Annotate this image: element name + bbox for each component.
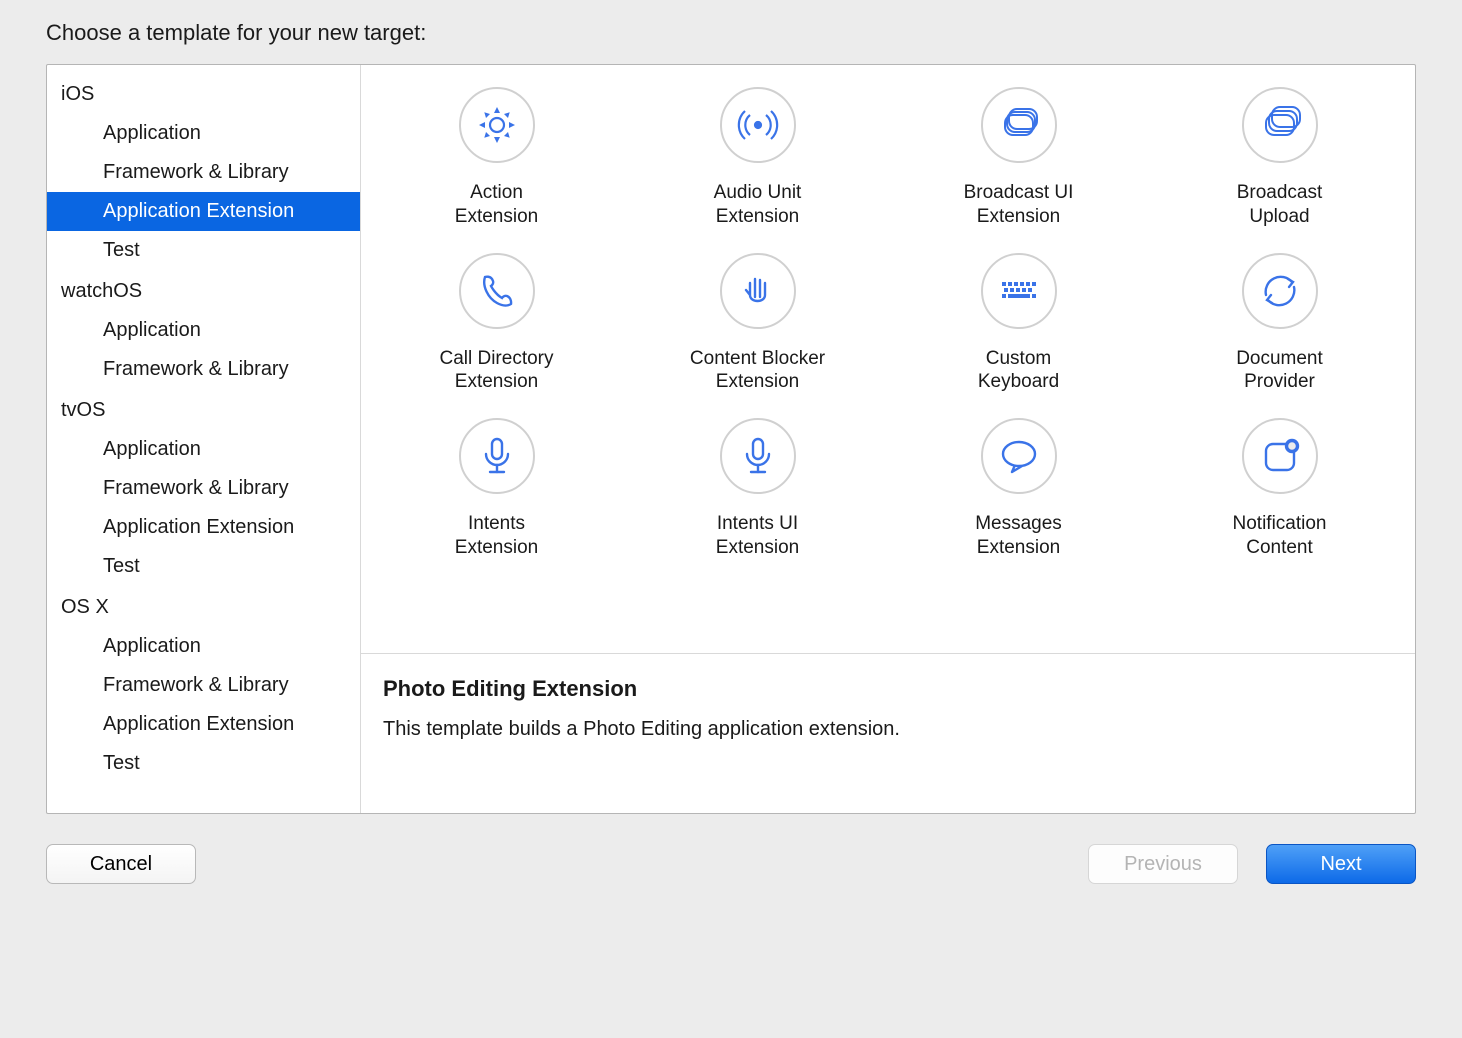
broadcast-upload-icon [1242,87,1318,163]
sync-icon [1242,253,1318,329]
description-panel: Photo Editing Extension This template bu… [361,653,1415,813]
template-label: Audio Unit Extension [714,181,802,229]
sidebar-item[interactable]: Test [47,547,360,586]
template-item[interactable]: Action Extension [371,79,622,235]
sidebar-group-label: OS X [47,586,360,627]
sidebar-item[interactable]: Application [47,627,360,666]
right-buttons: Previous Next [1088,844,1416,884]
template-label: Custom Keyboard [978,347,1059,395]
template-item[interactable]: Content Blocker Extension [632,245,883,401]
template-item[interactable]: Intents UI Extension [632,410,883,566]
next-button[interactable]: Next [1266,844,1416,884]
previous-button: Previous [1088,844,1238,884]
sidebar-item[interactable]: Test [47,231,360,270]
template-item[interactable]: Broadcast Upload [1154,79,1405,235]
sidebar-item[interactable]: Test [47,744,360,783]
template-label: Document Provider [1236,347,1323,395]
sidebar-item[interactable]: Application Extension [47,192,360,231]
template-item[interactable]: Call Directory Extension [371,245,622,401]
chat-icon [981,418,1057,494]
description-body: This template builds a Photo Editing app… [383,718,1393,741]
sidebar-item[interactable]: Application Extension [47,705,360,744]
notification-icon [1242,418,1318,494]
template-grid: Action Extension Audio Unit Extension Broa… [361,65,1415,653]
audio-icon [720,87,796,163]
template-item[interactable]: Intents Extension [371,410,622,566]
template-label: Notification Content [1233,512,1327,560]
gear-icon [459,87,535,163]
sidebar-group-label: watchOS [47,270,360,311]
sheet-title: Choose a template for your new target: [8,0,1454,64]
sidebar-item[interactable]: Framework & Library [47,153,360,192]
sidebar-item[interactable]: Application [47,311,360,350]
template-item[interactable]: Custom Keyboard [893,245,1144,401]
sidebar-item[interactable]: Application [47,430,360,469]
category-sidebar: iOSApplicationFramework & LibraryApplica… [47,65,361,813]
phone-icon [459,253,535,329]
sidebar-item[interactable]: Application [47,114,360,153]
template-label: Messages Extension [975,512,1062,560]
hand-icon [720,253,796,329]
template-item[interactable]: Broadcast UI Extension [893,79,1144,235]
button-bar: Cancel Previous Next [46,844,1416,884]
sidebar-item[interactable]: Application Extension [47,508,360,547]
mic-icon [720,418,796,494]
template-label: Broadcast UI Extension [964,181,1074,229]
description-title: Photo Editing Extension [383,676,1393,702]
template-item[interactable]: Messages Extension [893,410,1144,566]
template-label: Intents Extension [455,512,538,560]
template-label: Call Directory Extension [439,347,553,395]
sidebar-item[interactable]: Framework & Library [47,469,360,508]
sidebar-group-label: tvOS [47,389,360,430]
broadcast-ui-icon [981,87,1057,163]
template-label: Content Blocker Extension [690,347,825,395]
main-area: Action Extension Audio Unit Extension Broa… [361,65,1415,813]
sidebar-group-label: iOS [47,73,360,114]
template-label: Action Extension [455,181,538,229]
keyboard-icon [981,253,1057,329]
content-box: iOSApplicationFramework & LibraryApplica… [46,64,1416,814]
template-chooser-sheet: Choose a template for your new target: i… [8,0,1454,1030]
mic-icon [459,418,535,494]
sidebar-item[interactable]: Framework & Library [47,350,360,389]
cancel-button[interactable]: Cancel [46,844,196,884]
template-item[interactable]: Notification Content [1154,410,1405,566]
template-label: Intents UI Extension [716,512,799,560]
template-label: Broadcast Upload [1237,181,1323,229]
sidebar-item[interactable]: Framework & Library [47,666,360,705]
template-item[interactable]: Audio Unit Extension [632,79,883,235]
template-item[interactable]: Document Provider [1154,245,1405,401]
